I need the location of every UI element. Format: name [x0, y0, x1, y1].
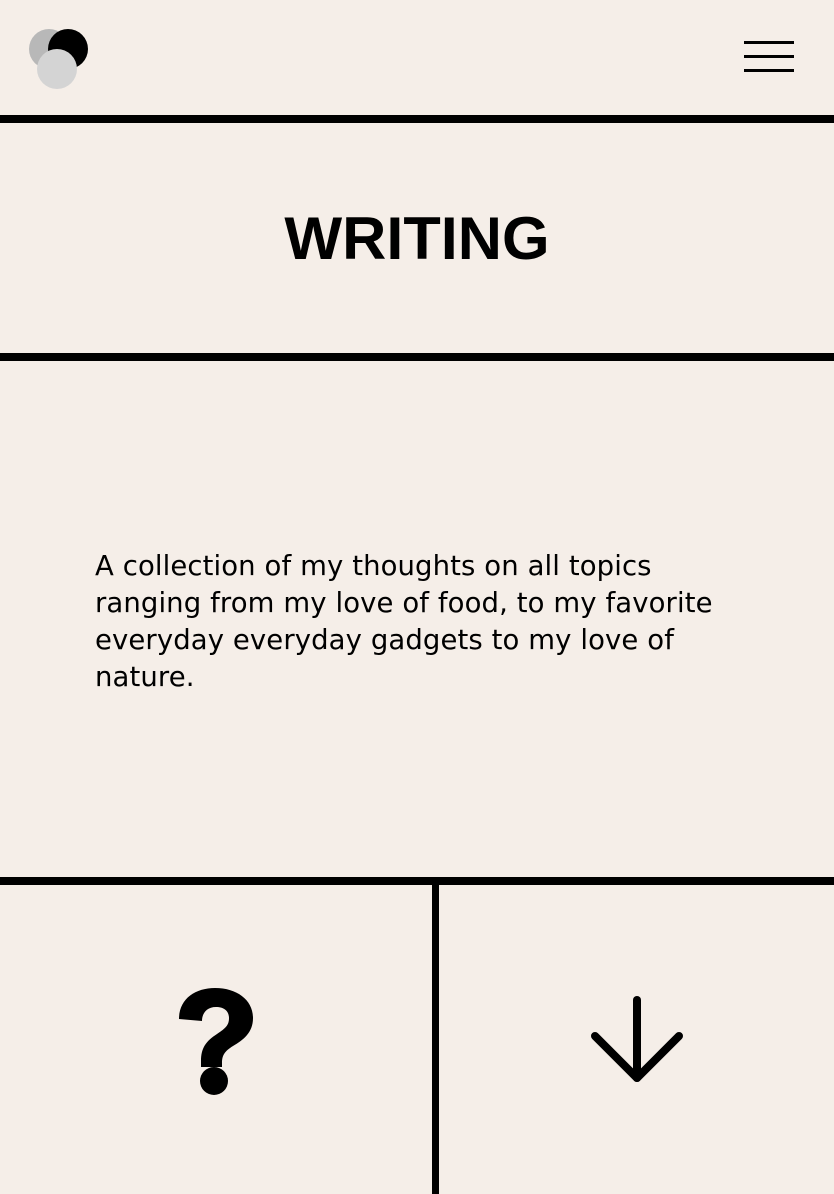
divider-rule — [0, 353, 834, 361]
arrow-down-icon — [590, 995, 683, 1082]
vertical-divider — [432, 885, 439, 1194]
divider-rule — [0, 115, 834, 123]
logo-icon[interactable] — [28, 29, 90, 91]
site-header — [0, 0, 834, 115]
hamburger-menu-icon[interactable] — [742, 40, 794, 74]
title-section: WRITING — [0, 123, 834, 353]
intro-paragraph: A collection of my thoughts on all topic… — [95, 550, 713, 693]
question-mark-icon — [179, 987, 253, 1095]
scroll-down-button[interactable] — [439, 885, 834, 1194]
page-title: WRITING — [284, 204, 550, 272]
divider-rule — [0, 877, 834, 885]
question-button[interactable] — [0, 885, 432, 1194]
